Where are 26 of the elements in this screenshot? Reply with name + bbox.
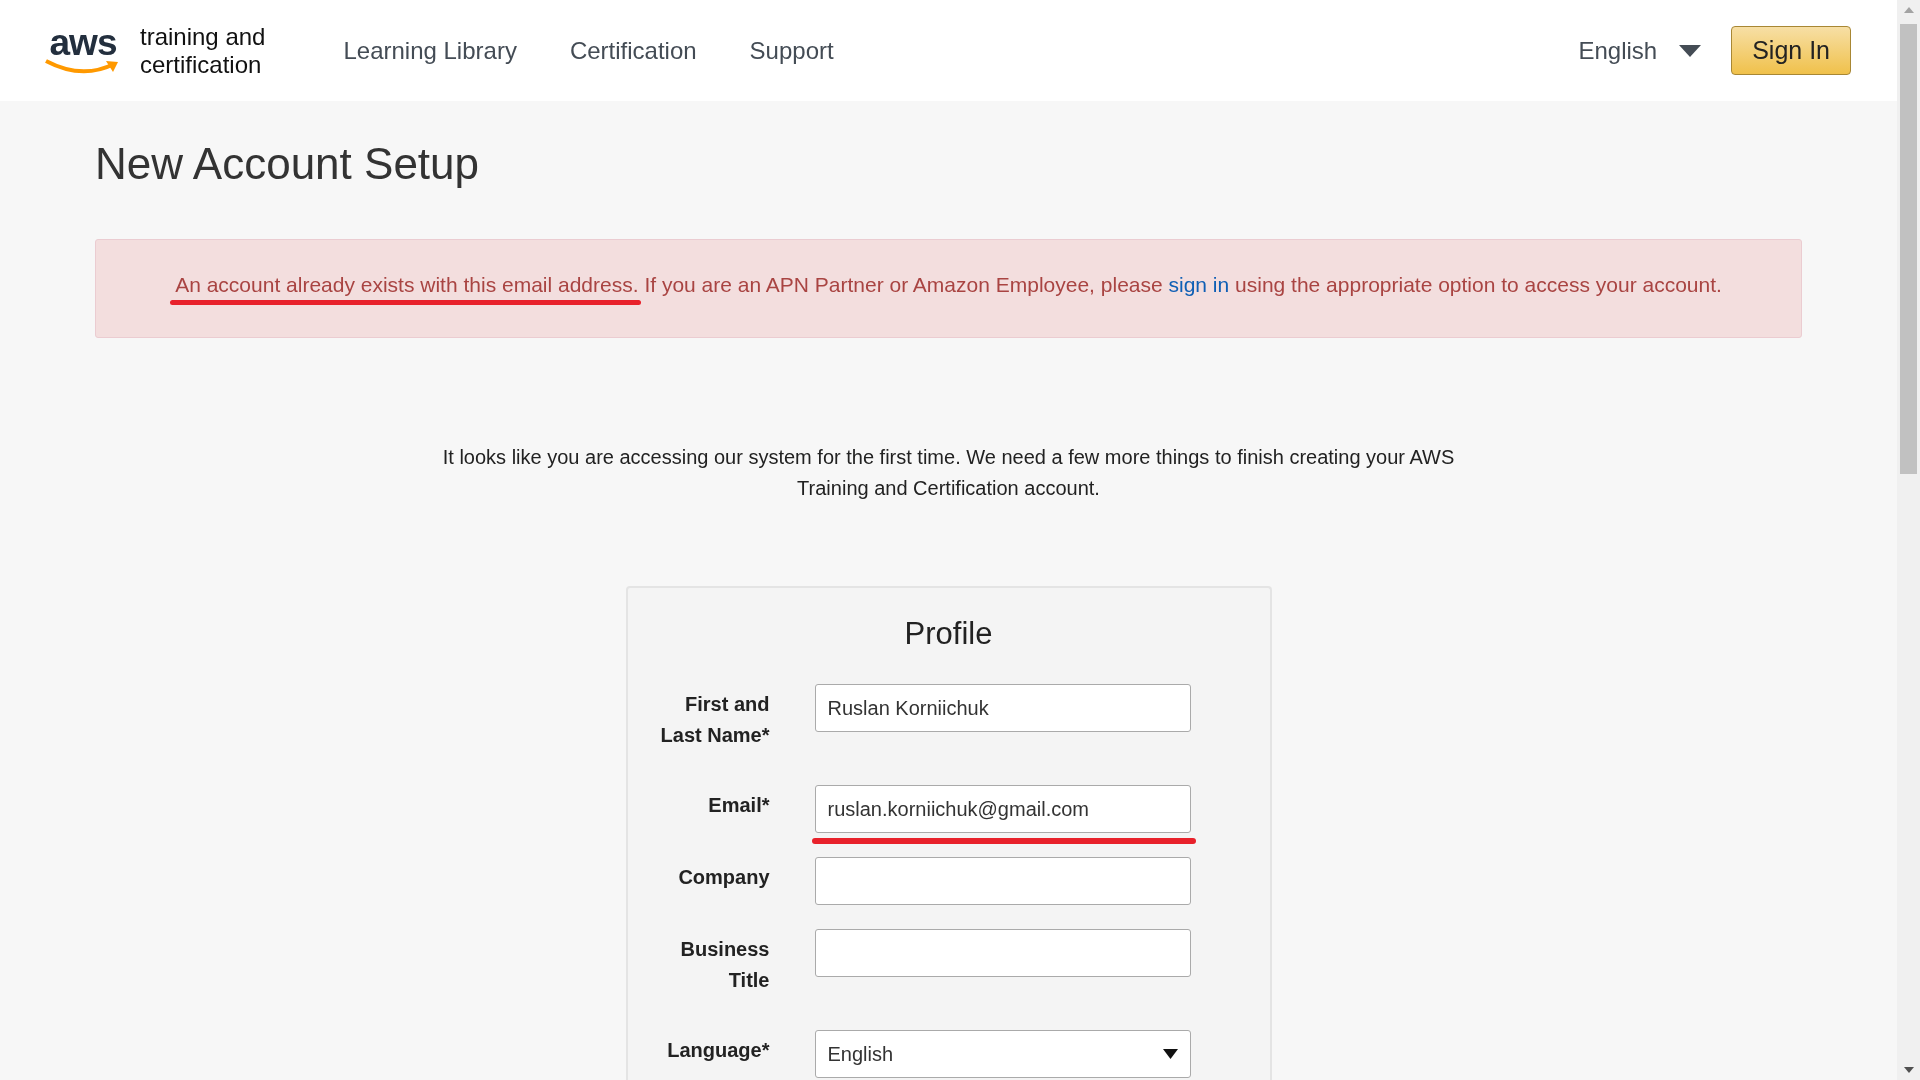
field-label: Company <box>677 865 770 890</box>
nav-link[interactable]: Certification <box>569 36 697 65</box>
input-field[interactable] <box>814 857 1191 905</box>
page-title: New Account Setup <box>95 139 480 189</box>
field-label: Language* <box>666 1038 770 1063</box>
input-field[interactable] <box>814 929 1191 977</box>
aws-logo-text: aws <box>49 27 117 58</box>
intro-text: It looks like you are accessing our system for the first time. We need a few more things to finish creating your AWS Training and Certification account. <box>441 445 1456 501</box>
input-field[interactable]: Ruslan Korniichuk <box>814 684 1191 732</box>
sign-in-button[interactable]: Sign In <box>1731 26 1851 75</box>
field-label: First and Last Name* <box>659 692 770 748</box>
field-label: Email* <box>707 793 770 818</box>
scrollbar-thumb[interactable] <box>1900 24 1917 474</box>
field-label: Business Title <box>679 937 770 993</box>
logo-text: certification <box>140 50 263 79</box>
language-select[interactable]: English <box>814 1030 1191 1078</box>
error-message: An account already exists with this email address. If you are an APN Partner or Amazon Employee, please sign in using the appropriate option to access your account. <box>116 273 1781 297</box>
nav-link[interactable]: Learning Library <box>343 36 517 65</box>
sign-in-link[interactable]: sign in <box>1168 273 1230 296</box>
logo-text: training and <box>140 22 266 51</box>
dropdown-arrow-icon <box>1162 1049 1178 1059</box>
caret-icon[interactable] <box>1679 44 1702 57</box>
input-field[interactable]: ruslan.korniichuk@gmail.com <box>814 785 1191 833</box>
language-selector[interactable]: English <box>1578 36 1658 65</box>
profile-heading: Profile <box>903 616 994 652</box>
nav-link[interactable]: Support <box>749 36 834 65</box>
